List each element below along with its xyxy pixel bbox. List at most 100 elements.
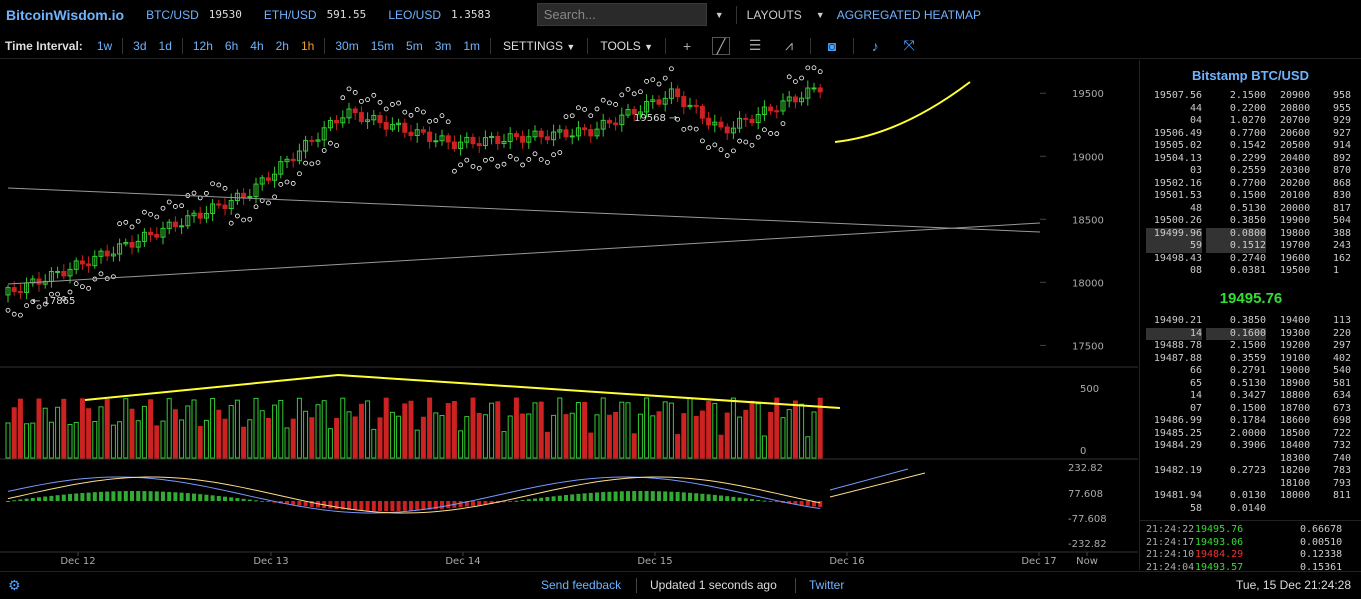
- interval-15m[interactable]: 15m: [371, 39, 394, 53]
- order-row[interactable]: 59 0.1512 19700 243: [1140, 240, 1361, 253]
- order-row[interactable]: 14 0.1600 19300 220: [1140, 327, 1361, 340]
- interval-3m[interactable]: 3m: [435, 39, 452, 53]
- volume-bar: [129, 408, 135, 459]
- interval-12h[interactable]: 12h: [193, 39, 213, 53]
- order-row[interactable]: 19504.13 0.2299 20400 892: [1140, 153, 1361, 166]
- ticker-price: 1.3583: [451, 8, 491, 21]
- order-row[interactable]: 66 0.2791 19000 540: [1140, 365, 1361, 378]
- order-row[interactable]: 19506.49 0.7700 20600 927: [1140, 128, 1361, 141]
- order-row[interactable]: 19490.21 0.3850 19400 113: [1140, 315, 1361, 328]
- order-row[interactable]: 04 1.0270 20700 929: [1140, 115, 1361, 128]
- order-row[interactable]: 19488.78 2.1500 19200 297: [1140, 340, 1361, 353]
- order-row[interactable]: 44 0.2200 20800 955: [1140, 103, 1361, 116]
- horizontal-lines-icon[interactable]: ☰: [746, 37, 764, 54]
- order-row[interactable]: 19484.29 0.3906 18400 732: [1140, 440, 1361, 453]
- interval-3d[interactable]: 3d: [133, 39, 146, 53]
- order-row[interactable]: 19507.56 2.1500 20900 958: [1140, 90, 1361, 103]
- interval-1w[interactable]: 1w: [97, 39, 112, 53]
- ticker-btc[interactable]: BTC/USD 19530: [146, 8, 242, 22]
- order-book-title[interactable]: Bitstamp BTC/USD: [1140, 68, 1361, 88]
- order-row[interactable]: 03 0.2559 20300 870: [1140, 165, 1361, 178]
- trendline-icon[interactable]: ╱: [712, 36, 731, 55]
- order-amount: 0.2559: [1229, 165, 1266, 176]
- tools-menu[interactable]: TOOLS ▼: [600, 39, 653, 53]
- volume-bar: [582, 401, 588, 459]
- interval-1h[interactable]: 1h: [301, 39, 314, 53]
- search-dropdown-icon[interactable]: ▼: [715, 10, 724, 20]
- order-row[interactable]: 07 0.1500 18700 673: [1140, 403, 1361, 416]
- twitter-link[interactable]: Twitter: [809, 578, 844, 592]
- depth-price: 20300: [1280, 165, 1311, 176]
- order-row[interactable]: 19482.19 0.2723 18200 783: [1140, 465, 1361, 478]
- macd-histogram-bar: [712, 494, 717, 501]
- volume-bar: [17, 398, 23, 459]
- order-row[interactable]: 65 0.5130 18900 581: [1140, 378, 1361, 391]
- order-row[interactable]: 58 0.0140: [1140, 503, 1361, 516]
- order-amount: 0.1512: [1206, 240, 1266, 253]
- gear-icon[interactable]: ⚙: [8, 577, 21, 594]
- camera-icon[interactable]: ◙: [823, 38, 841, 54]
- candle-body: [104, 250, 110, 257]
- volume-bar: [786, 409, 792, 459]
- order-row[interactable]: 19500.26 0.3850 19900 504: [1140, 215, 1361, 228]
- crosshair-icon[interactable]: +: [678, 38, 696, 54]
- interval-2h[interactable]: 2h: [276, 39, 289, 53]
- macd-histogram-bar: [533, 498, 537, 501]
- settings-menu[interactable]: SETTINGS ▼: [503, 39, 575, 53]
- sar-dot: [768, 131, 773, 136]
- divider: [853, 37, 855, 54]
- order-price: 04: [1189, 115, 1202, 126]
- depth-volume: 673: [1333, 402, 1352, 414]
- order-row[interactable]: 19485.25 2.0000 18500 722: [1140, 428, 1361, 441]
- depth-volume: 830: [1333, 190, 1352, 201]
- sar-dot: [117, 221, 122, 227]
- macd-histogram-bar: [117, 491, 122, 501]
- volume-axis-label: 0: [1080, 446, 1086, 457]
- interval-6h[interactable]: 6h: [225, 39, 238, 53]
- order-amount: 0.3559: [1229, 352, 1266, 364]
- ticker-eth[interactable]: ETH/USD 591.55: [264, 8, 366, 22]
- candle-body: [681, 96, 687, 108]
- sar-dot: [123, 219, 129, 225]
- candle-body: [724, 126, 730, 134]
- order-row[interactable]: 08 0.0381 19500 1: [1140, 265, 1361, 278]
- order-row[interactable]: 18300 740: [1140, 453, 1361, 466]
- interval-5m[interactable]: 5m: [406, 39, 423, 53]
- order-row[interactable]: 19498.43 0.2740 19600 162: [1140, 253, 1361, 266]
- bell-icon[interactable]: ♪: [866, 38, 884, 54]
- macd-histogram-bar: [557, 495, 562, 501]
- fullscreen-icon[interactable]: ⤧: [900, 37, 918, 54]
- macd-histogram-bar: [105, 491, 110, 501]
- order-row[interactable]: 19505.02 0.1542 20500 914: [1140, 140, 1361, 153]
- ticker-leo[interactable]: LEO/USD 1.3583: [388, 8, 490, 22]
- order-row[interactable]: 19487.88 0.3559 19100 402: [1140, 353, 1361, 366]
- interval-1m[interactable]: 1m: [463, 39, 480, 53]
- interval-4h[interactable]: 4h: [250, 39, 263, 53]
- interval-30m[interactable]: 30m: [335, 39, 358, 53]
- sar-dot: [5, 307, 11, 313]
- site-logo[interactable]: BitcoinWisdom.io: [6, 7, 124, 23]
- order-row[interactable]: 14 0.3427 18800 634: [1140, 390, 1361, 403]
- interval-1d[interactable]: 1d: [159, 39, 172, 53]
- macd-histogram-bar: [390, 501, 395, 511]
- sar-dot: [650, 77, 656, 83]
- order-row[interactable]: 48 0.5130 20000 817: [1140, 203, 1361, 216]
- order-row[interactable]: 19499.96 0.0800 19800 388: [1140, 227, 1361, 240]
- order-row[interactable]: 19502.16 0.7700 20200 868: [1140, 178, 1361, 191]
- chart-canvas[interactable]: 19500 19000 18500 18000 17500 500 0 232.82 77.60…: [0, 60, 1138, 570]
- depth-price: 18500: [1280, 427, 1311, 439]
- volume-bar: [185, 405, 191, 459]
- aggregated-heatmap-link[interactable]: AGGREGATED HEATMAP: [837, 8, 981, 22]
- volume-bar: [538, 401, 544, 459]
- price-chart[interactable]: 19500 19000 18500 18000 17500 500 0 232.82 77.60…: [0, 60, 1138, 570]
- sar-dot: [514, 156, 519, 162]
- fan-icon[interactable]: ⩘: [780, 37, 798, 54]
- order-row[interactable]: 19481.94 0.0130 18000 811: [1140, 490, 1361, 503]
- order-row[interactable]: 18100 793: [1140, 478, 1361, 491]
- send-feedback-link[interactable]: Send feedback: [541, 578, 621, 592]
- order-row[interactable]: 19486.99 0.1784 18600 698: [1140, 415, 1361, 428]
- search-input[interactable]: [536, 3, 707, 26]
- chevron-down-icon[interactable]: ▼: [816, 10, 825, 20]
- order-row[interactable]: 19501.53 0.1500 20100 830: [1140, 190, 1361, 203]
- layouts-menu[interactable]: LAYOUTS: [747, 8, 802, 22]
